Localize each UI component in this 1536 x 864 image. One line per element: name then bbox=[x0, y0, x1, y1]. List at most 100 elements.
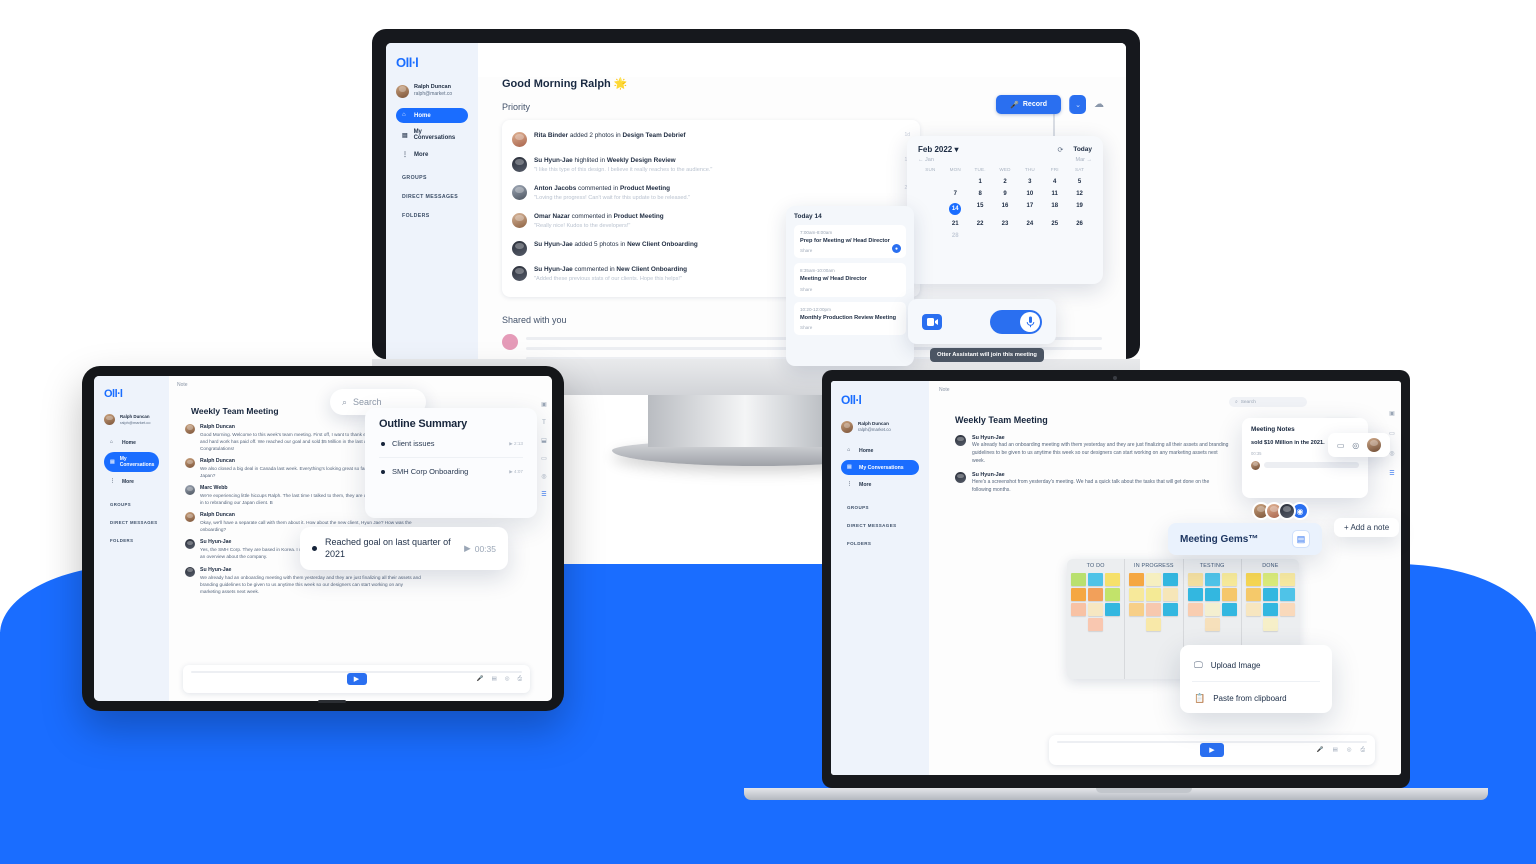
menu-item-paste-clipboard[interactable]: 📋 Paste from clipboard bbox=[1180, 682, 1332, 714]
outline-item[interactable]: SMH Corp Onboarding ▶ 4:07 bbox=[379, 458, 523, 485]
sidebar-item-my-conversations[interactable]: ▤ My Conversations bbox=[396, 125, 468, 145]
export-icon[interactable]: ⎙ bbox=[1361, 747, 1365, 754]
avatar[interactable] bbox=[1278, 502, 1296, 520]
add-note-button[interactable]: + Add a note bbox=[1334, 518, 1400, 537]
sidebar-section-folders[interactable]: FOLDERS bbox=[110, 538, 159, 543]
calendar-day[interactable]: 7 bbox=[943, 188, 968, 200]
check-icon[interactable]: ◎ bbox=[1347, 747, 1352, 754]
sidebar-section-direct-messages[interactable]: DIRECT MESSAGES bbox=[402, 194, 468, 200]
panel-icon[interactable]: ▣ bbox=[540, 400, 549, 409]
video-camera-icon[interactable] bbox=[922, 313, 942, 330]
attachment-icon[interactable]: ⬓ bbox=[540, 436, 549, 445]
check-icon[interactable]: ◎ bbox=[505, 676, 510, 683]
calendar-day[interactable]: 19 bbox=[1067, 200, 1092, 218]
calendar-day[interactable]: 16 bbox=[993, 200, 1018, 218]
sidebar-section-direct-messages[interactable]: DIRECT MESSAGES bbox=[110, 520, 159, 525]
calendar-day[interactable] bbox=[918, 188, 943, 200]
avatar-icon[interactable] bbox=[1367, 438, 1382, 452]
next-month-button[interactable]: Mar → bbox=[1076, 157, 1093, 163]
calendar-day[interactable]: 8 bbox=[968, 188, 993, 200]
assistant-toggle[interactable] bbox=[990, 309, 1042, 334]
comment-icon[interactable]: ▭ bbox=[1337, 441, 1345, 450]
prev-month-button[interactable]: ← Jan bbox=[918, 157, 934, 163]
agenda-event[interactable]: 7:00am-8:00am Prep for Meeting w/ Head D… bbox=[794, 225, 906, 259]
meeting-notes-entry[interactable] bbox=[1251, 460, 1359, 470]
user-profile[interactable]: Ralph Duncan ralph@market.co bbox=[396, 84, 468, 98]
sidebar-section-groups[interactable]: GROUPS bbox=[110, 502, 159, 507]
calendar-day[interactable]: 25 bbox=[1042, 218, 1067, 230]
sidebar-item-home[interactable]: ⌂ Home bbox=[841, 443, 919, 458]
agenda-event[interactable]: 10:20-12:00pm Monthly Production Review … bbox=[794, 301, 906, 335]
menu-item-upload-image[interactable]: 🖵 Upload Image bbox=[1180, 649, 1332, 681]
calendar-day[interactable]: 5 bbox=[1067, 176, 1092, 188]
agenda-share-link[interactable]: Share bbox=[800, 325, 900, 330]
transcript-message[interactable]: Su Hyun-Jae We already had an onboarding… bbox=[185, 566, 542, 595]
calendar-day[interactable]: 26 bbox=[1067, 218, 1092, 230]
sidebar-section-folders[interactable]: FOLDERS bbox=[847, 541, 919, 546]
sidebar-section-groups[interactable]: GROUPS bbox=[847, 505, 919, 510]
sidebar-item-more[interactable]: ⋮ More bbox=[396, 147, 468, 162]
notes-icon[interactable]: ▤ bbox=[1292, 530, 1310, 548]
comment-icon[interactable]: ▭ bbox=[540, 454, 549, 463]
refresh-icon[interactable]: ⟳ bbox=[1057, 146, 1063, 154]
calendar-day[interactable]: 2 bbox=[993, 176, 1018, 188]
transcript-message[interactable]: Su Hyun-Jae We already had an onboarding… bbox=[955, 435, 1229, 465]
sidebar-item-home[interactable]: ⌂ Home bbox=[396, 108, 468, 124]
mic-icon[interactable]: 🎤 bbox=[477, 676, 484, 683]
calendar-day[interactable]: 3 bbox=[1017, 176, 1042, 188]
calendar-day[interactable] bbox=[943, 176, 968, 188]
mic-icon[interactable]: 🎤 bbox=[1317, 747, 1324, 754]
playback-progress-track[interactable] bbox=[1057, 741, 1367, 743]
check-circle-icon[interactable]: ◎ bbox=[1352, 441, 1359, 450]
sidebar-section-groups[interactable]: GROUPS bbox=[402, 175, 468, 181]
transcript-message[interactable]: Su Hyun-Jae Here's a screenshot from yes… bbox=[955, 472, 1229, 495]
calendar-day[interactable]: 17 bbox=[1017, 200, 1042, 218]
calendar-day[interactable]: 23 bbox=[993, 218, 1018, 230]
sidebar-item-my-conversations[interactable]: ▤ My Conversations bbox=[841, 460, 919, 475]
user-profile[interactable]: Ralph Duncan ralph@market.co bbox=[841, 421, 919, 433]
sidebar-item-more[interactable]: ⋮ More bbox=[104, 474, 159, 489]
calendar-day[interactable]: 15 bbox=[968, 200, 993, 218]
user-profile[interactable]: Ralph Duncan ralph@market.co bbox=[104, 414, 159, 426]
sidebar-item-my-conversations[interactable]: ▤ My Conversations bbox=[104, 452, 159, 473]
highlight-goal-card[interactable]: Reached goal on last quarter of 2021 ▶ 0… bbox=[300, 527, 508, 570]
sidebar-section-folders[interactable]: FOLDERS bbox=[402, 213, 468, 219]
calendar-month-selector[interactable]: Feb 2022 ▾ bbox=[918, 145, 959, 154]
calendar-day[interactable] bbox=[918, 230, 943, 242]
priority-item[interactable]: Anton Jacobs commented in Product Meetin… bbox=[512, 180, 910, 208]
calendar-day[interactable]: 22 bbox=[968, 218, 993, 230]
calendar-day[interactable]: 9 bbox=[993, 188, 1018, 200]
outline-item[interactable]: Client issues ▶ 2:13 bbox=[379, 430, 523, 458]
otter-logo[interactable]: Oll·l bbox=[396, 55, 468, 70]
check-circle-icon[interactable]: ◎ bbox=[540, 472, 549, 481]
calendar-day[interactable]: 10 bbox=[1017, 188, 1042, 200]
highlight-playback[interactable]: ▶ 00:35 bbox=[464, 543, 496, 554]
calendar-day[interactable]: 24 bbox=[1017, 218, 1042, 230]
calendar-day[interactable]: 12 bbox=[1067, 188, 1092, 200]
otter-logo[interactable]: Oll·l bbox=[841, 393, 919, 407]
calendar-day[interactable] bbox=[918, 200, 943, 218]
priority-item[interactable]: Su Hyun-Jae highlited in Weekly Design R… bbox=[512, 152, 910, 180]
outline-icon[interactable]: ☰ bbox=[1388, 469, 1397, 478]
text-format-icon[interactable]: T bbox=[540, 418, 549, 427]
export-icon[interactable]: ⎙ bbox=[518, 676, 522, 683]
calendar-day[interactable]: 11 bbox=[1042, 188, 1067, 200]
play-button[interactable]: ▶ bbox=[346, 673, 367, 685]
play-button[interactable]: ▶ bbox=[1200, 743, 1224, 757]
calendar-day[interactable]: 18 bbox=[1042, 200, 1067, 218]
otter-logo[interactable]: Oll·l bbox=[104, 388, 159, 400]
playback-progress-track[interactable] bbox=[191, 671, 522, 673]
agenda-event[interactable]: 8:35am-10:00am Meeting w/ Head Director … bbox=[794, 263, 906, 297]
calendar-day[interactable] bbox=[918, 176, 943, 188]
calendar-day-selected[interactable]: 14 bbox=[943, 200, 968, 218]
agenda-share-link[interactable]: Share bbox=[800, 248, 900, 253]
calendar-day[interactable]: 28 bbox=[943, 230, 968, 242]
transcript-icon[interactable]: ▤ bbox=[1333, 747, 1338, 754]
calendar-day[interactable] bbox=[918, 218, 943, 230]
calendar-day[interactable]: 21 bbox=[943, 218, 968, 230]
transcript-icon[interactable]: ▤ bbox=[492, 676, 497, 683]
calendar-day[interactable]: 1 bbox=[968, 176, 993, 188]
sidebar-item-home[interactable]: ⌂ Home bbox=[104, 435, 159, 450]
priority-item[interactable]: Rita Binder added 2 photos in Design Tea… bbox=[512, 127, 910, 152]
panel-icon[interactable]: ▣ bbox=[1388, 409, 1397, 418]
